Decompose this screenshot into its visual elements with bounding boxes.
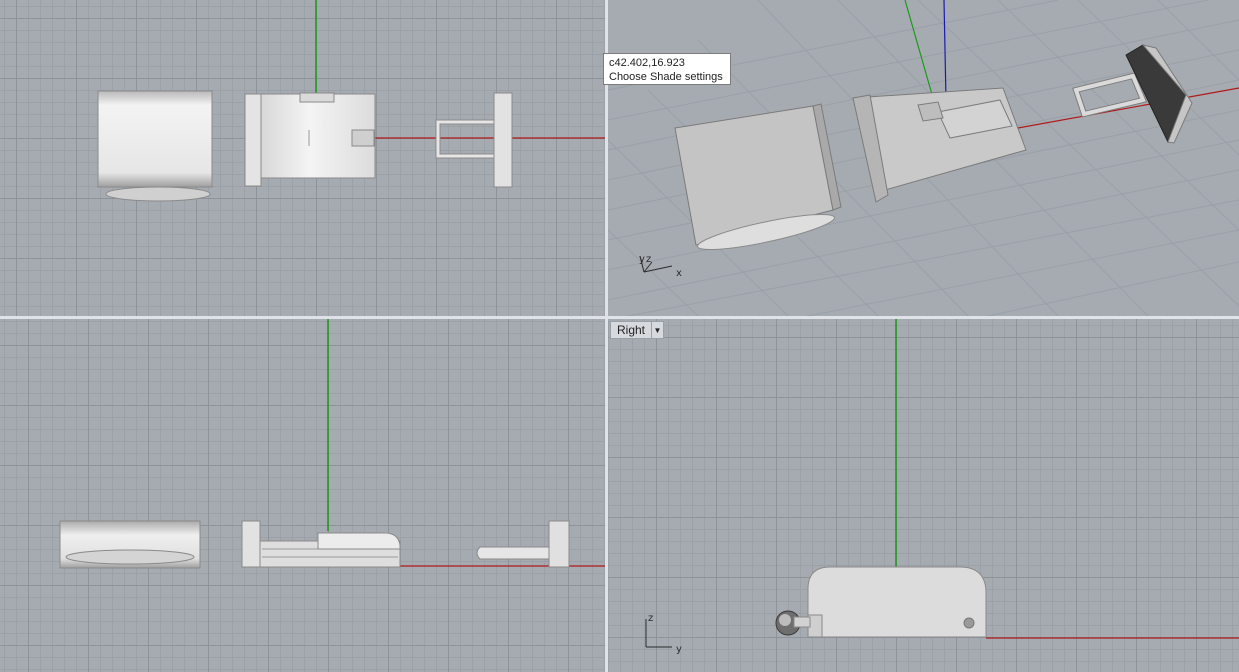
cap-part-front [476,520,570,568]
axis-label-y: y [639,254,645,265]
viewport-splitter-vertical[interactable] [605,0,608,672]
tooltip-text: Choose Shade settings [609,71,723,83]
perspective-view-canvas: y z x [608,0,1239,316]
cap-part-side [775,610,811,636]
front-view-canvas [59,319,605,569]
cap-part [435,92,513,188]
viewport-top[interactable] [0,0,605,316]
viewport-label-tab[interactable]: Right ▼ [610,321,665,339]
z-axis-line [943,0,947,101]
tooltip: c42.402,16.923 Choose Shade settings [603,53,731,85]
axis-label-y: y [676,644,682,655]
viewport-front[interactable] [0,319,605,672]
axis-label-z: z [646,254,651,265]
viewport-splitter-horizontal[interactable] [0,316,1239,319]
housing-part-side [807,566,987,638]
housing-part-3d [852,87,1027,203]
axis-label-z: z [648,613,653,624]
tooltip-coords: c42.402,16.923 [609,57,685,69]
viewport-right[interactable]: z y Right ▼ [608,319,1239,672]
sleeve-part [97,90,213,202]
axis-label-x: x [676,268,682,279]
sleeve-part-front [59,520,201,569]
world-axes-icon: y z x [639,254,682,279]
cap-part-3d [1072,44,1193,144]
viewport-perspective[interactable]: y z x [608,0,1239,316]
housing-part [244,92,376,187]
right-view-canvas: z y [645,319,1239,655]
sleeve-part-3d [674,103,842,251]
viewport-name-label[interactable]: Right [611,322,651,338]
world-axes-icon: z y [645,613,682,655]
top-view-canvas [97,0,605,202]
chevron-down-icon[interactable]: ▼ [651,322,663,338]
y-axis-line [904,0,934,99]
x-axis-line [1017,87,1239,129]
housing-part-front [241,520,401,568]
